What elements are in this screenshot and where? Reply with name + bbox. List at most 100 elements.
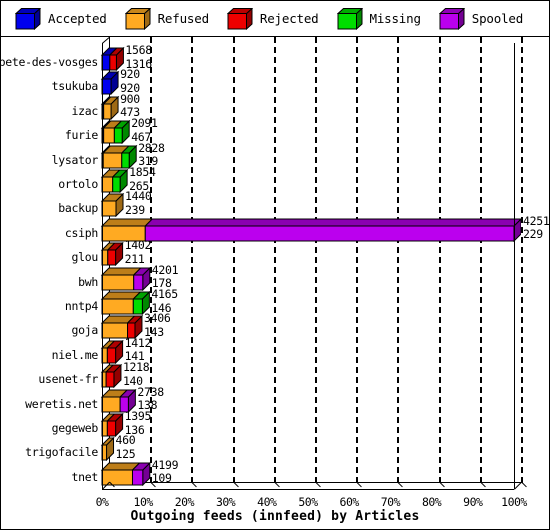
bar-segment-accepted (101, 54, 111, 71)
bar-value-labels: 1402 211 (125, 240, 152, 265)
bar-value-labels: 1568 1316 (125, 43, 152, 70)
y-axis-label-glou: glou (71, 250, 99, 265)
bar-segment-rejected (106, 420, 117, 437)
bar-value-top: 4199 (151, 457, 179, 472)
x-axis-tick-label: 100% (501, 495, 527, 509)
x-axis-title: Outgoing feeds (innfeed) by Articles (130, 509, 420, 524)
legend-label: Spooled (471, 11, 524, 26)
y-axis-label-izac: izac (71, 103, 99, 118)
bar-segment-spooled (131, 469, 144, 486)
bar-value-labels: 4165 146 (151, 287, 178, 314)
bar-segment-rejected (107, 249, 117, 266)
bar-segment-refused (101, 176, 114, 193)
bar-segment-accepted (101, 78, 112, 95)
bar-value-bottom: 239 (125, 202, 145, 217)
chart-container: Accepted Refused Rejected Missing Spooled 15… (0, 0, 550, 530)
legend-item-accepted: Accepted (14, 6, 107, 30)
bar-value-labels: 2828 319 (138, 140, 165, 168)
bar-value-top: 1440 (125, 189, 152, 204)
x-axis-tick-label: 60% (339, 495, 360, 509)
cube-icon (336, 6, 363, 30)
bar-segment-rejected (106, 347, 117, 364)
bar-value-top: 460 (115, 433, 136, 448)
legend-label: Refused (157, 11, 209, 26)
bar-segment-missing (113, 127, 123, 144)
y-axis-label-gegeweb: gegeweb (51, 421, 99, 435)
y-axis-line (102, 43, 103, 489)
bar-value-top: 4165 (151, 287, 178, 301)
bar-value-labels: 2091 467 (131, 118, 158, 143)
bar-segment-spooled (144, 225, 515, 242)
bar-value-labels: 2738 138 (137, 384, 164, 412)
bar-value-top: 2738 (137, 384, 164, 399)
legend-item-rejected: Rejected (226, 6, 319, 30)
y-axis-label-backup: backup (58, 201, 98, 216)
y-axis-label-trigofacile: trigofacile (25, 445, 98, 460)
bar-segment-missing (112, 176, 121, 193)
bar-segment-missing (121, 152, 130, 169)
y-axis-labels: bete-des-vosges tsukuba izac furie lysator or… (1, 37, 98, 489)
bar-value-top: 920 (120, 67, 140, 82)
y-axis-label-lysator: lysator (51, 152, 99, 167)
bar-value-top: 900 (120, 91, 140, 106)
bar-value-bottom: 211 (124, 251, 145, 266)
bar-value-labels: 1218 140 (123, 362, 150, 387)
x-axis-tick-label: 80% (421, 495, 442, 509)
y-axis-label-csiph: csiph (64, 225, 98, 240)
plot-area: 1568 1316 920 920 900 473 2091 467 2828 319 1854 26… (1, 37, 549, 529)
bar-value-top: 4201 (151, 262, 179, 277)
y-axis-label-tnet: tnet (71, 469, 99, 484)
legend-label: Accepted (48, 11, 107, 26)
y-axis-label-weretis-net: weretis.net (25, 396, 98, 411)
bar-value-top: 1568 (125, 43, 152, 57)
x-axis-tick-label: 10% (133, 495, 154, 509)
bar-segment-refused (102, 152, 123, 169)
y-axis-label-niel-me: niel.me (51, 347, 99, 362)
bar-segment-refused (101, 200, 117, 217)
bar-value-bottom: 229 (523, 227, 543, 242)
bar-value-labels: 42519229 (523, 213, 550, 242)
bar-segment-missing (132, 298, 143, 315)
bar-value-top: 2091 (131, 116, 158, 131)
bar-value-top: 1854 (129, 165, 156, 179)
y-axis-label-goja: goja (71, 323, 99, 338)
cube-icon (124, 6, 151, 30)
bar-value-labels: 3406 143 (144, 313, 171, 338)
bar-segment-spooled (133, 274, 144, 291)
bar-segment-refused (101, 274, 135, 291)
y-axis-label-tsukuba: tsukuba (51, 79, 99, 94)
bar-value-labels: 4199 109 (151, 457, 179, 485)
bar-segment-refused (101, 322, 129, 339)
bar-segment-refused (103, 127, 115, 144)
bar-segment-top (100, 218, 154, 227)
bar-segment-refused (103, 103, 112, 120)
bar-value-top: 3406 (143, 311, 171, 326)
legend-label: Rejected (259, 11, 319, 26)
bar-segment-rejected (109, 54, 117, 71)
legend-item-spooled: Spooled (438, 6, 524, 30)
bar-value-labels: 4201 178 (151, 262, 179, 290)
y-axis-label-bete-des-vosges: bete-des-vosges (0, 55, 98, 69)
bar-value-top: 1412 (124, 335, 152, 350)
legend-item-missing: Missing (336, 6, 421, 30)
bar-value-top: 2828 (138, 140, 165, 155)
bar-value-top: 1218 (122, 360, 150, 375)
y-axis-label-furie: furie (64, 128, 98, 143)
bar-value-top: 42519 (523, 213, 550, 228)
bar-value-labels: 900 473 (120, 91, 140, 119)
cube-icon (438, 6, 466, 30)
bar-value-top: 1402 (124, 238, 152, 253)
bar-segment-rejected (105, 371, 115, 388)
y-axis-label-usenet-fr: usenet-fr (38, 372, 98, 387)
bar-value-labels: 1854 265 (129, 165, 156, 192)
bar-value-labels: 920 920 (120, 69, 140, 94)
bar-value-labels: 460 125 (116, 435, 136, 460)
x-axis-tick-label: 50% (298, 495, 318, 509)
bar-segment-refused (101, 298, 134, 315)
bar-segment-top (144, 218, 521, 227)
chart-legend: Accepted Refused Rejected Missing Spooled (1, 1, 549, 37)
y-axis-label-nntp4: nntp4 (64, 299, 98, 313)
x-axis-tick-label: 40% (257, 495, 277, 509)
x-axis-line (102, 489, 514, 490)
x-axis-tick-label: 30% (215, 495, 236, 509)
